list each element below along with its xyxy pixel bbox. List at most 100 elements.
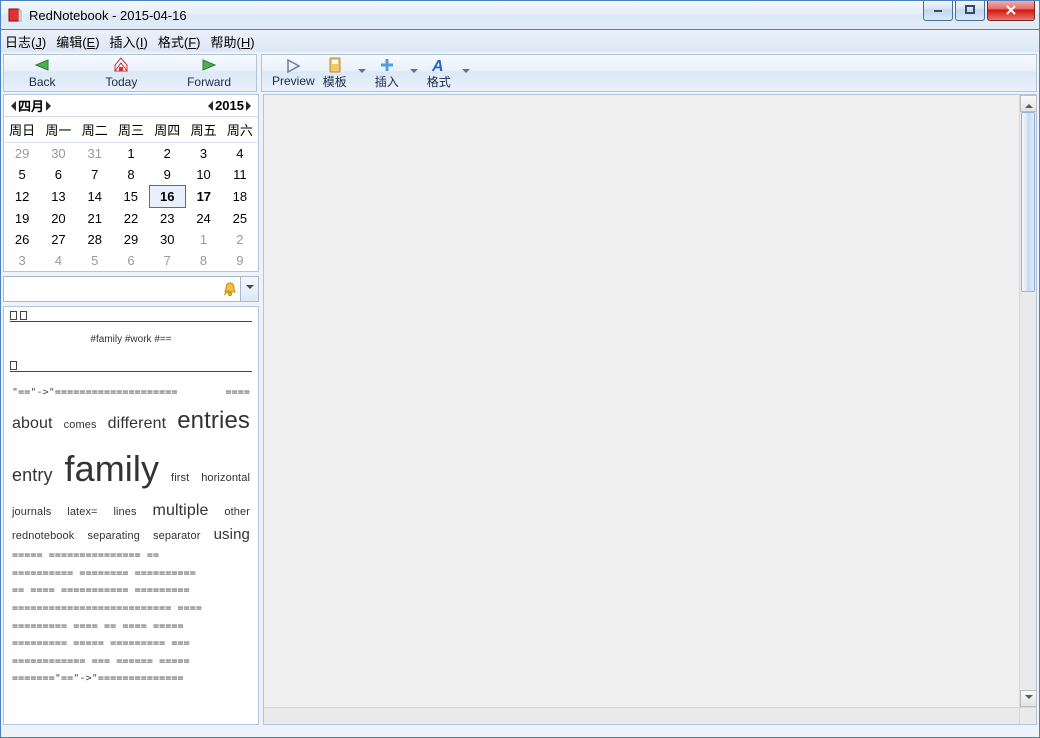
calendar-day[interactable]: 22	[113, 208, 149, 230]
calendar-day[interactable]: 14	[77, 186, 113, 208]
cloud-word[interactable]: separator	[153, 528, 200, 546]
calendar-day[interactable]: 10	[185, 164, 221, 186]
scroll-thumb[interactable]	[1021, 112, 1035, 292]
calendar-day[interactable]: 6	[40, 164, 76, 186]
calendar-day[interactable]: 9	[222, 250, 258, 271]
calendar-day[interactable]: 7	[149, 250, 185, 271]
close-button[interactable]	[987, 1, 1035, 21]
cloud-word[interactable]: ====	[225, 385, 250, 401]
scroll-up-button[interactable]	[1020, 95, 1037, 112]
cloud-word[interactable]: family	[64, 440, 159, 498]
cloud-word[interactable]: comes	[64, 417, 97, 435]
cloud-word[interactable]: "=="->"====================	[12, 385, 178, 401]
calendar-day[interactable]: 29	[4, 143, 40, 165]
scroll-down-button[interactable]	[1020, 690, 1037, 707]
calendar-day[interactable]: 25	[222, 208, 258, 230]
calendar-day[interactable]: 7	[77, 164, 113, 186]
calendar-day[interactable]: 5	[77, 250, 113, 271]
menu-insert[interactable]: 插入(I)	[110, 32, 148, 51]
calendar-day[interactable]: 1	[185, 229, 221, 250]
cloud-word[interactable]: == ==== =========== =========	[12, 583, 190, 599]
cloud-word[interactable]: ========= ===== ========= ===	[12, 636, 190, 652]
calendar-day[interactable]: 20	[40, 208, 76, 230]
next-month-button[interactable]	[46, 101, 56, 111]
cloud-word[interactable]: first	[171, 470, 189, 488]
forward-button[interactable]: Forward	[187, 57, 231, 89]
horizontal-scrollbar[interactable]	[264, 707, 1036, 724]
month-label[interactable]: 四月	[18, 96, 44, 115]
year-label[interactable]: 2015	[215, 98, 244, 113]
calendar-day[interactable]: 4	[222, 143, 258, 165]
cloud-word[interactable]: other	[224, 504, 250, 522]
template-dropdown[interactable]	[357, 58, 367, 88]
template-button[interactable]: 模板	[323, 57, 347, 90]
resize-grip[interactable]	[1019, 707, 1036, 724]
insert-button[interactable]: 插入	[375, 57, 399, 90]
cloud-word[interactable]: about	[12, 411, 53, 437]
calendar-day[interactable]: 30	[40, 143, 76, 165]
calendar-day[interactable]: 31	[77, 143, 113, 165]
cloud-word[interactable]: rednotebook	[12, 528, 74, 546]
today-button[interactable]: Today	[105, 57, 137, 89]
calendar-day[interactable]: 30	[149, 229, 185, 250]
cloud-word[interactable]: multiple	[153, 498, 209, 524]
prev-month-button[interactable]	[6, 101, 16, 111]
prev-year-button[interactable]	[203, 101, 213, 111]
format-dropdown[interactable]	[461, 58, 471, 88]
calendar-day[interactable]: 23	[149, 208, 185, 230]
search-input[interactable]	[3, 276, 241, 302]
calendar-day[interactable]: 26	[4, 229, 40, 250]
search-dropdown[interactable]	[241, 276, 259, 302]
cloud-word[interactable]: different	[108, 411, 167, 437]
cloud-word[interactable]: entries	[177, 402, 250, 440]
cloud-word[interactable]: latex=	[67, 504, 97, 522]
calendar-day[interactable]: 17	[185, 186, 221, 208]
insert-dropdown[interactable]	[409, 58, 419, 88]
vertical-scrollbar[interactable]	[1019, 95, 1036, 707]
calendar-day[interactable]: 21	[77, 208, 113, 230]
cloud-word[interactable]: horizontal	[201, 470, 250, 488]
cloud-word[interactable]: journals	[12, 504, 51, 522]
maximize-button[interactable]	[955, 1, 985, 21]
cloud-word[interactable]: ===== =============== ==	[12, 548, 159, 564]
editor-area[interactable]	[263, 94, 1037, 725]
cloud-word[interactable]: ========= ==== == ==== =====	[12, 619, 184, 635]
calendar-day[interactable]: 15	[113, 186, 149, 208]
preview-button[interactable]: Preview	[272, 58, 315, 88]
calendar-day[interactable]: 13	[40, 186, 76, 208]
calendar-day[interactable]: 29	[113, 229, 149, 250]
calendar-day[interactable]: 2	[222, 229, 258, 250]
cloud-word[interactable]: ========== ======== ==========	[12, 566, 196, 582]
calendar-day[interactable]: 12	[4, 186, 40, 208]
calendar-day[interactable]: 27	[40, 229, 76, 250]
menu-format[interactable]: 格式(F)	[158, 32, 201, 51]
cloud-word[interactable]: using	[214, 523, 250, 547]
calendar-day[interactable]: 1	[113, 143, 149, 165]
calendar-day[interactable]: 19	[4, 208, 40, 230]
cloud-word[interactable]: separating	[87, 528, 139, 546]
calendar-day[interactable]: 8	[113, 164, 149, 186]
cloud-word[interactable]: ============ === ====== =====	[12, 654, 190, 670]
menu-edit[interactable]: 编辑(E)	[56, 32, 99, 51]
format-button[interactable]: A 格式	[427, 57, 451, 90]
cloud-word[interactable]: ======="=="->"==============	[12, 671, 184, 687]
calendar-day[interactable]: 28	[77, 229, 113, 250]
calendar-day[interactable]: 9	[149, 164, 185, 186]
calendar-day[interactable]: 24	[185, 208, 221, 230]
calendar-day[interactable]: 11	[222, 164, 258, 186]
calendar-day[interactable]: 4	[40, 250, 76, 271]
calendar-day[interactable]: 16	[149, 186, 185, 208]
calendar-day[interactable]: 2	[149, 143, 185, 165]
back-button[interactable]: Back	[29, 57, 56, 89]
minimize-button[interactable]	[923, 1, 953, 21]
cloud-word[interactable]: lines	[113, 504, 136, 522]
menu-help[interactable]: 帮助(H)	[211, 32, 255, 51]
calendar-day[interactable]: 3	[185, 143, 221, 165]
menu-journal[interactable]: 日志(J)	[5, 32, 46, 51]
calendar-day[interactable]: 18	[222, 186, 258, 208]
cloud-word[interactable]: entry	[12, 461, 53, 490]
calendar-day[interactable]: 6	[113, 250, 149, 271]
cloud-word[interactable]: ========================== ====	[12, 601, 202, 617]
calendar-day[interactable]: 3	[4, 250, 40, 271]
calendar-day[interactable]: 8	[185, 250, 221, 271]
